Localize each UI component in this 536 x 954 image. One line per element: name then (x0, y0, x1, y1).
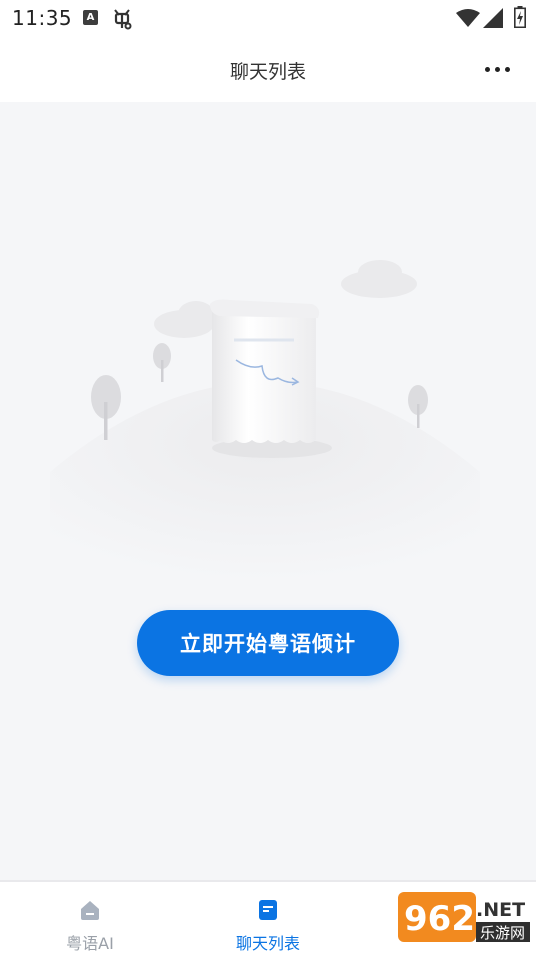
status-bar: 11:35 A (0, 0, 536, 36)
tab-chat-list[interactable]: 聊天列表 (208, 882, 328, 954)
chat-list-icon (259, 900, 277, 920)
bug-icon (114, 9, 132, 30)
more-dot (494, 66, 500, 72)
more-options-button[interactable] (474, 54, 520, 84)
watermark-sub-text: 乐游网 (480, 924, 525, 942)
paper-scroll-icon (210, 299, 332, 458)
signal-icon (483, 8, 503, 28)
home-icon (81, 901, 99, 920)
tab-cantonese-ai[interactable]: 粤语AI (30, 882, 150, 954)
wifi-icon (456, 9, 480, 27)
tab-label: 粤语AI (66, 934, 114, 953)
page-title: 聊天列表 (229, 61, 306, 83)
watermark-logo: 962 .NET 乐游网 (398, 892, 530, 942)
empty-state-illustration (50, 260, 480, 582)
watermark-suffix-text: .NET (476, 899, 525, 921)
more-dots-icon (484, 66, 490, 72)
status-time: 11:35 (12, 6, 73, 30)
a-icon: A (83, 10, 98, 25)
battery-icon (514, 6, 526, 28)
tab-label: 聊天列表 (235, 934, 300, 953)
watermark-main-text: 962 (404, 899, 475, 939)
header: 聊天列表 (0, 36, 536, 102)
main-content: 立即开始粤语倾计 (0, 102, 536, 880)
more-dot (504, 66, 510, 72)
start-chat-button[interactable]: 立即开始粤语倾计 (137, 610, 399, 676)
